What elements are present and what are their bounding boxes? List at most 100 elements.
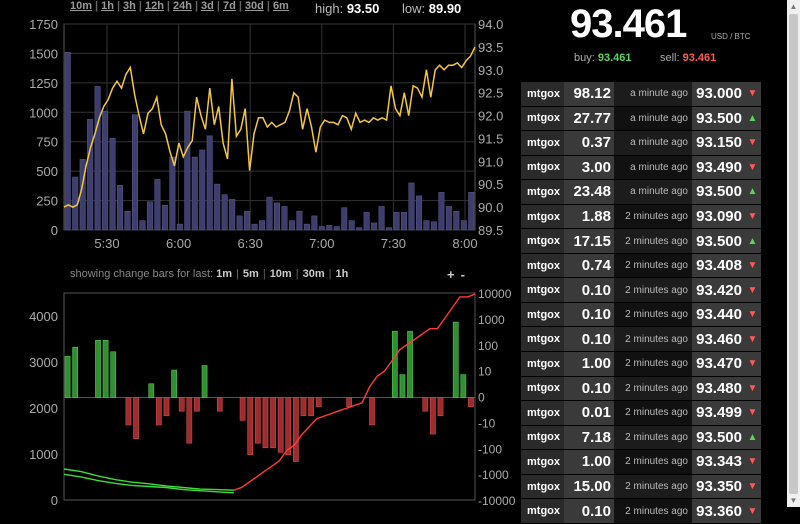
trade-price: 93.500 <box>692 425 744 450</box>
y-right-tick: 91.5 <box>478 131 503 146</box>
volume-bar <box>468 192 475 231</box>
volume-bar <box>415 195 422 231</box>
trade-amount: 0.10 <box>564 499 614 523</box>
trade-row: mtgox 0.74 2 minutes ago 93.408 ▼ <box>521 253 761 279</box>
trade-price: 93.343 <box>692 450 744 474</box>
change-bar <box>102 340 109 398</box>
volume-bar <box>356 227 363 231</box>
arrow-down-icon: ▼ <box>744 352 761 376</box>
trade-time: a minute ago <box>630 186 688 198</box>
trade-amount: 0.74 <box>564 253 614 278</box>
arrow-down-icon: ▼ <box>744 131 761 155</box>
trade-row: mtgox 1.88 2 minutes ago 93.090 ▼ <box>521 204 761 230</box>
volume-bar <box>124 210 131 231</box>
timeframe-24h[interactable]: 24h <box>173 0 192 12</box>
change-bar <box>437 397 444 417</box>
arrow-down-icon: ▼ <box>744 450 761 474</box>
change-bar <box>285 397 292 455</box>
nav-separator: | <box>194 0 199 12</box>
trade-exchange: mtgox <box>521 278 564 302</box>
timeframe-6m[interactable]: 6m <box>273 0 289 12</box>
scrollbar[interactable]: ▲ ▼ <box>787 0 800 507</box>
trade-amount: 0.10 <box>564 327 614 352</box>
trade-amount: 0.37 <box>564 131 614 155</box>
volume-bar <box>453 210 460 231</box>
trade-row: mtgox 0.10 2 minutes ago 93.460 ▼ <box>521 327 761 353</box>
trade-time: 2 minutes ago <box>625 407 688 419</box>
y-right-tick: 0 <box>478 391 485 405</box>
arrow-down-icon: ▼ <box>744 401 761 425</box>
volume-bar <box>266 196 273 231</box>
timeframe-30d[interactable]: 30d <box>245 0 264 12</box>
y-right-tick: -100 <box>478 442 502 456</box>
trade-row: mtgox 98.12 a minute ago 93.000 ▼ <box>521 82 761 107</box>
volume-bar <box>206 135 213 231</box>
nav-separator: | <box>116 0 121 12</box>
trade-time: a minute ago <box>630 137 688 149</box>
nav-separator: | <box>95 0 99 12</box>
change-bar <box>430 397 436 435</box>
y-left-tick: 1500 <box>29 46 58 61</box>
trade-time: 2 minutes ago <box>625 505 688 517</box>
scroll-thumb[interactable] <box>789 14 798 494</box>
y-left-tick: 1250 <box>29 76 58 91</box>
volume-bar <box>341 207 348 231</box>
scroll-down-icon[interactable]: ▼ <box>787 494 800 507</box>
trade-amount: 0.10 <box>564 302 614 327</box>
y-left-tick: 0 <box>51 493 58 507</box>
trade-price: 93.480 <box>692 376 744 401</box>
trade-row: mtgox 23.48 a minute ago 93.500 ▲ <box>521 180 761 205</box>
current-price: 93.461 <box>570 2 687 46</box>
y-right-tick: 100 <box>478 339 498 353</box>
volume-bar <box>348 220 355 231</box>
trade-price: 93.499 <box>692 401 744 425</box>
trade-price: 93.500 <box>692 229 744 253</box>
buy-label: buy: <box>574 52 595 64</box>
trade-time: 2 minutes ago <box>625 309 688 321</box>
trade-time: 2 minutes ago <box>625 481 688 493</box>
volume-bar <box>288 220 295 231</box>
change-bar <box>156 397 162 426</box>
timeframe-12h[interactable]: 12h <box>145 0 164 12</box>
volume-bar <box>221 194 228 231</box>
change-bar <box>186 397 193 444</box>
trade-price: 93.470 <box>692 352 744 376</box>
volume-bar <box>363 212 370 231</box>
trade-time: 2 minutes ago <box>625 235 688 247</box>
arrow-down-icon: ▼ <box>744 204 761 229</box>
scroll-up-icon[interactable]: ▲ <box>787 0 800 13</box>
trade-amount: 1.88 <box>564 204 614 229</box>
buy-price: buy: 93.461 <box>574 52 632 64</box>
timeframe-1h[interactable]: 1h <box>101 0 114 12</box>
volume-bar <box>146 201 153 231</box>
trade-time: 2 minutes ago <box>625 211 688 222</box>
trade-price: 93.500 <box>692 180 744 204</box>
trade-time: a minute ago <box>630 112 688 124</box>
trade-time: 2 minutes ago <box>625 333 688 345</box>
trade-amount: 0.10 <box>564 278 614 302</box>
timeframe-7d[interactable]: 7d <box>223 0 236 12</box>
volume-bar <box>430 221 437 231</box>
volume-bar <box>229 199 236 231</box>
trade-amount: 0.01 <box>564 401 614 425</box>
trade-price: 93.420 <box>692 278 744 302</box>
timeframe-10m[interactable]: 10m <box>70 0 92 12</box>
y-left-tick: 500 <box>36 164 58 179</box>
nav-separator: | <box>238 0 242 12</box>
trade-exchange: mtgox <box>521 155 564 180</box>
y-right-tick: 90.5 <box>478 177 503 192</box>
y-right-tick: 10 <box>478 365 492 379</box>
timeframe-3d[interactable]: 3d <box>201 0 214 12</box>
y-left-tick: 250 <box>36 194 58 209</box>
x-tick: 7:30 <box>381 236 406 251</box>
trade-time: 2 minutes ago <box>625 382 688 394</box>
arrow-down-icon: ▼ <box>744 499 761 523</box>
change-bar <box>308 397 314 417</box>
timeframe-3h[interactable]: 3h <box>123 0 136 12</box>
y-left-tick: 2000 <box>29 401 58 416</box>
trade-amount: 7.18 <box>564 425 614 450</box>
nav-separator: | <box>138 0 142 12</box>
trade-exchange: mtgox <box>521 376 564 401</box>
trade-amount: 3.00 <box>564 155 614 180</box>
volume-bar <box>161 205 168 231</box>
